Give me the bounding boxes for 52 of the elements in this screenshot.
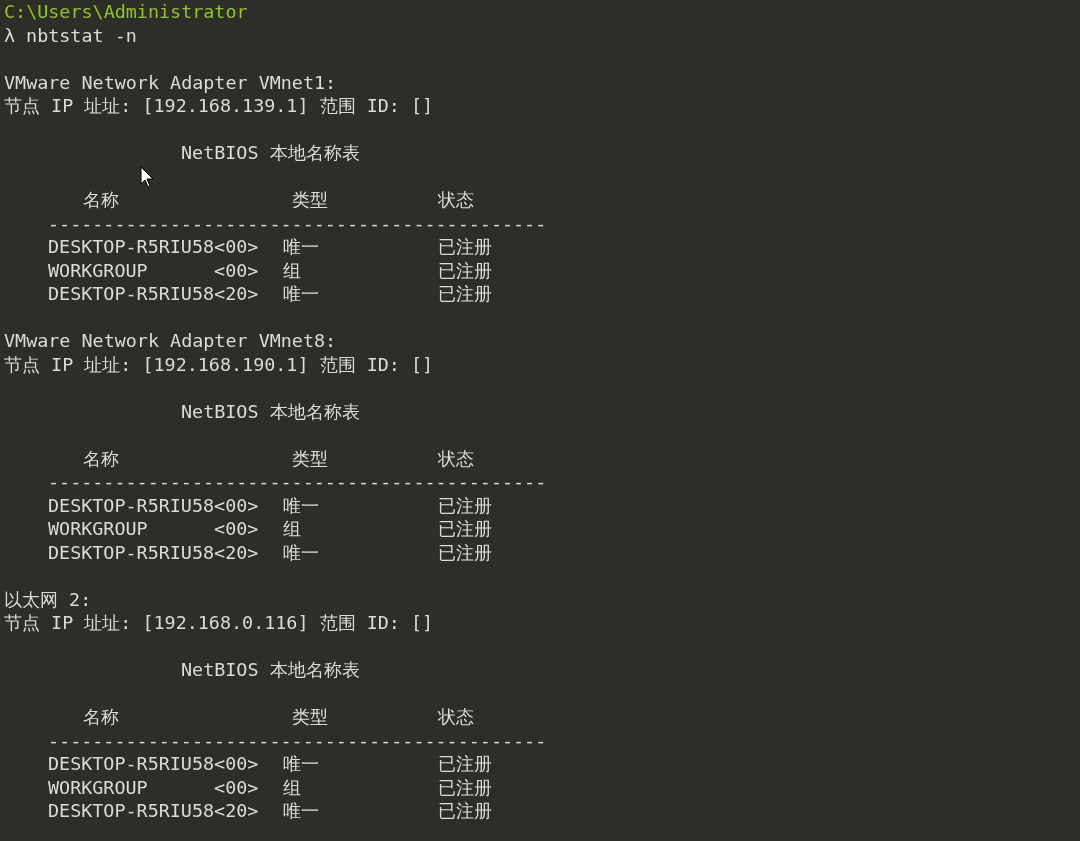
separator-line: --------------------------------------------- [48,212,547,234]
type-cell-text: 唯一 [283,540,320,564]
command-text: nbtstat -n [26,24,137,46]
column-header: 名称 [83,188,120,212]
name-cell-text: DESKTOP-R5RIU58<20> [48,799,260,823]
adapter-name: VMware Network Adapter VMnet1: [4,70,338,94]
table-title: NetBIOS 本地名称表 [181,400,360,422]
column-header: 类型 [292,188,329,212]
name-cell-text: DESKTOP-R5RIU58<00> [48,752,260,776]
status-cell-text: 已注册 [438,775,493,799]
status-cell-text: 已注册 [438,235,493,259]
ip-line: 节点 IP 址址: [192.168.190.1] 范围 ID: [] [4,352,435,376]
type-cell-text: 唯一 [283,752,320,776]
column-header: 状态 [438,705,475,729]
name-cell-text: DESKTOP-R5RIU58<00> [48,235,260,259]
ip-line: 节点 IP 址址: [192.168.139.1] 范围 ID: [] [4,94,435,118]
type-cell-text: 唯一 [283,799,320,823]
status-cell-text: 已注册 [438,799,493,823]
adapter-name: VMware Network Adapter VMnet8: [4,329,338,353]
name-cell-text: DESKTOP-R5RIU58<20> [48,282,260,306]
status-cell-text: 已注册 [438,540,493,564]
table-title: NetBIOS 本地名称表 [181,659,360,680]
ip-line: 节点 IP 址址: [192.168.0.116] 范围 ID: [] [4,611,435,635]
mouse-pointer-icon [140,166,154,188]
prompt-symbol: λ [4,24,16,46]
name-cell-text: DESKTOP-R5RIU58<20> [48,540,260,564]
type-cell-text: 唯一 [283,493,320,517]
table-title: NetBIOS 本地名称表 [181,142,360,163]
status-cell-text: 已注册 [438,282,493,306]
separator-line: --------------------------------------------- [48,729,547,751]
type-cell-text: 组 [283,258,302,282]
separator-line: --------------------------------------------- [48,471,547,492]
path-text: C:\Users\Administrator [4,0,249,24]
adapter-name: 以太网 2: [4,587,93,611]
status-cell-text: 已注册 [438,752,493,776]
status-cell-text: 已注册 [438,517,493,541]
type-cell-text: 组 [283,517,302,541]
column-header: 类型 [292,446,329,470]
name-cell-text: WORKGROUP <00> [48,517,260,541]
status-cell-text: 已注册 [438,258,493,282]
column-header: 名称 [83,446,120,470]
column-header: 状态 [438,446,475,470]
type-cell-text: 唯一 [283,235,320,259]
type-cell-text: 组 [283,775,302,799]
column-header: 状态 [438,188,475,212]
column-header: 类型 [292,705,329,729]
type-cell-text: 唯一 [283,282,320,306]
column-header: 名称 [83,705,120,729]
name-cell-text: WORKGROUP <00> [48,258,260,282]
name-cell-text: WORKGROUP <00> [48,775,260,799]
name-cell-text: DESKTOP-R5RIU58<00> [48,493,260,517]
status-cell-text: 已注册 [438,493,493,517]
